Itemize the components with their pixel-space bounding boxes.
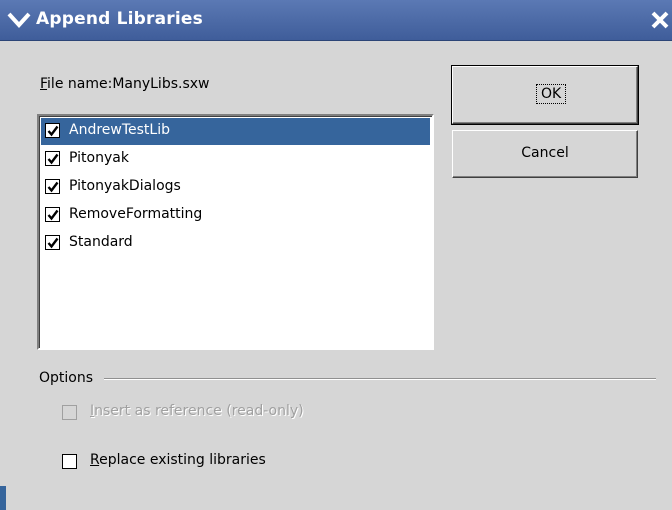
window-edge-marker [0,486,6,510]
cancel-button-label: Cancel [521,145,569,161]
checkbox[interactable] [45,207,60,222]
file-name-caption: ile name: [47,76,113,92]
checkbox[interactable] [45,151,60,166]
insert-label-rest: nsert as reference (read-only) [94,403,304,419]
list-item[interactable]: AndrewTestLib [41,118,430,145]
list-item-label: AndrewTestLib [69,122,170,138]
file-name-label: File name:ManyLibs.sxw [40,76,209,92]
file-name-mnemonic: F [40,76,48,92]
replace-mnemonic: R [90,452,100,468]
replace-label-rest: eplace existing libraries [99,452,266,468]
cancel-button[interactable]: Cancel [452,130,638,178]
insert-as-reference-label: Insert as reference (read-only) [90,403,304,419]
ok-button[interactable]: OK [451,65,639,125]
replace-existing-checkbox[interactable] [62,454,77,469]
title-bar: Append Libraries [0,0,672,41]
list-item[interactable]: Standard [41,230,430,257]
insert-as-reference-checkbox [62,405,77,420]
list-item-label: RemoveFormatting [69,206,203,222]
list-item[interactable]: Pitonyak [41,146,430,173]
checkbox[interactable] [45,179,60,194]
file-name-value: ManyLibs.sxw [112,76,210,92]
checkbox[interactable] [45,123,60,138]
close-icon[interactable] [650,10,670,30]
chevron-down-icon[interactable] [6,8,32,32]
replace-existing-label[interactable]: Replace existing libraries [90,452,266,468]
list-item[interactable]: PitonyakDialogs [41,174,430,201]
list-item-label: Standard [69,234,133,250]
list-item[interactable]: RemoveFormatting [41,202,430,229]
checkbox[interactable] [45,235,60,250]
window-title: Append Libraries [36,9,203,29]
list-item-label: Pitonyak [69,150,129,166]
options-group-title: Options [39,370,94,386]
options-divider [104,378,656,380]
ok-button-label: OK [536,84,567,104]
list-item-label: PitonyakDialogs [69,178,181,194]
library-list[interactable]: AndrewTestLib Pitonyak PitonyakDialogs R… [37,114,434,350]
